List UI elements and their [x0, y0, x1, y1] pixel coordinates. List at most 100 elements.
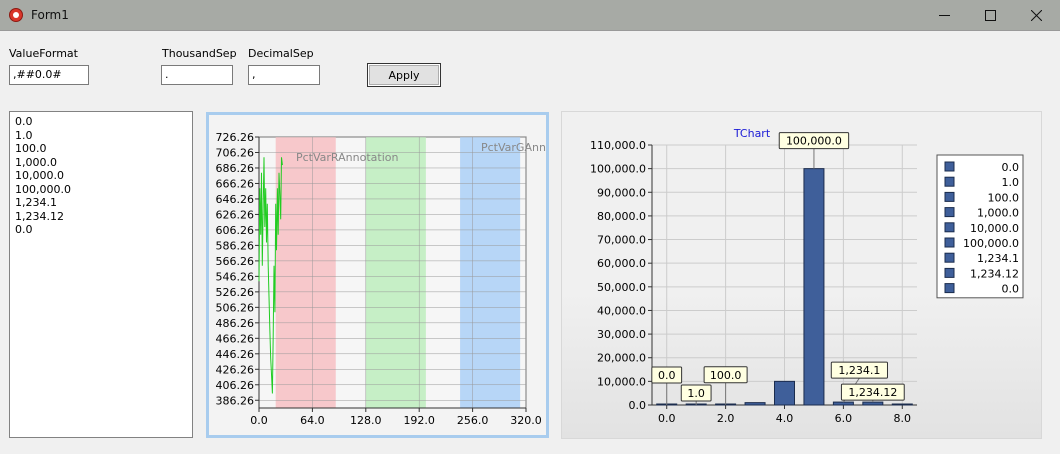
- minimize-button[interactable]: [921, 0, 967, 31]
- line-chart-panel[interactable]: 386.26 406.26 426.26 446.26 466.26 486.26 506.…: [206, 112, 558, 438]
- list-item[interactable]: 1,234.1: [15, 196, 192, 210]
- close-button[interactable]: [1013, 0, 1059, 31]
- x-tick-label: 192.0: [403, 414, 435, 427]
- y-tick-label: 466.26: [216, 332, 255, 345]
- x-tick-label: 6.0: [835, 412, 853, 425]
- chart-title: TChart: [733, 127, 771, 140]
- y-tick-label: 80,000.0: [597, 210, 646, 223]
- legend-swatch: [944, 161, 955, 172]
- y-tick-label: 10,000.0: [597, 375, 646, 388]
- maximize-button[interactable]: [967, 0, 1013, 31]
- bar: [744, 402, 766, 406]
- x-tick-label: 0.0: [658, 412, 676, 425]
- x-tick-label: 8.0: [894, 412, 912, 425]
- x-tick-label: 0.0: [250, 414, 268, 427]
- list-item[interactable]: 1,000.0: [15, 156, 192, 170]
- legend-label: 1,234.12: [970, 267, 1019, 280]
- legend-label: 0.0: [1002, 161, 1020, 174]
- annotation-g: PctVarGAnnot: [481, 141, 546, 154]
- legend-label: 1,234.1: [977, 252, 1019, 265]
- y-tick-label: 40,000.0: [597, 304, 646, 317]
- decimal-sep-label: DecimalSep: [248, 47, 314, 60]
- maximize-icon: [984, 10, 996, 21]
- list-item[interactable]: 0.0: [15, 223, 192, 237]
- bar-chart: TChart 0.0 10,000.0 20,000.0 30,000.0 40,000.…: [590, 127, 1024, 425]
- thousand-sep-input[interactable]: .: [161, 65, 233, 85]
- bar: [862, 401, 884, 406]
- y-tick-label: 606.26: [216, 224, 255, 237]
- list-item[interactable]: 100,000.0: [15, 183, 192, 197]
- legend-swatch: [944, 207, 955, 218]
- minimize-icon: [938, 15, 950, 16]
- callout-label: 0.0: [658, 369, 676, 382]
- window-title: Form1: [31, 8, 69, 22]
- y-tick-label: 406.26: [216, 379, 255, 392]
- title-bar: Form1: [0, 0, 1060, 31]
- app-icon: [9, 8, 23, 22]
- y-tick-label: 586.26: [216, 239, 255, 252]
- value-format-input[interactable]: ,##0.0#: [9, 65, 89, 85]
- bar: [803, 168, 825, 406]
- legend-swatch: [944, 283, 955, 294]
- line-chart: 386.26 406.26 426.26 446.26 466.26 486.26 506.…: [216, 131, 558, 427]
- legend-label: 100.0: [988, 191, 1020, 204]
- callout-label: 100.0: [710, 369, 742, 382]
- y-tick-label: 526.26: [216, 286, 255, 299]
- x-tick-label: 2.0: [717, 412, 735, 425]
- y-tick-label: 646.26: [216, 193, 255, 206]
- legend-swatch: [944, 237, 955, 248]
- color-band: [275, 137, 336, 408]
- y-tick-label: 486.26: [216, 317, 255, 330]
- bar: [832, 401, 854, 406]
- y-tick-label: 20,000.0: [597, 352, 646, 365]
- y-tick-label: 706.26: [216, 146, 255, 159]
- y-tick-label: 386.26: [216, 394, 255, 407]
- apply-button[interactable]: Apply: [367, 63, 441, 87]
- bar: [891, 403, 913, 406]
- thousand-sep-label: ThousandSep: [162, 47, 237, 60]
- values-listbox[interactable]: 0.0 1.0 100.0 1,000.0 10,000.0 100,000.0 1,234…: [9, 111, 193, 438]
- y-tick-label: 546.26: [216, 270, 255, 283]
- y-tick-label: 726.26: [216, 131, 255, 144]
- list-item[interactable]: 0.0: [15, 115, 192, 129]
- x-tick-label: 64.0: [300, 414, 325, 427]
- color-band: [460, 137, 521, 408]
- y-tick-label: 70,000.0: [597, 234, 646, 247]
- callout-label: 1,234.1: [838, 364, 880, 377]
- callout-label: 1.0: [687, 387, 705, 400]
- y-tick-label: 110,000.0: [590, 139, 646, 152]
- decimal-sep-input[interactable]: ,: [248, 65, 320, 85]
- callout-label: 100,000.0: [786, 135, 842, 148]
- y-tick-label: 506.26: [216, 301, 255, 314]
- y-tick-label: 426.26: [216, 363, 255, 376]
- values-list: 0.0 1.0 100.0 1,000.0 10,000.0 100,000.0 1,234…: [10, 112, 192, 237]
- x-tick-label: 320.0: [510, 414, 542, 427]
- y-tick-label: 0.0: [629, 399, 647, 412]
- bar-chart-panel[interactable]: TChart 0.0 10,000.0 20,000.0 30,000.0 40,000.…: [561, 111, 1042, 439]
- value-format-label: ValueFormat: [9, 47, 78, 60]
- bar: [774, 380, 795, 406]
- color-band: [365, 137, 426, 408]
- legend-swatch: [944, 222, 955, 233]
- y-tick-label: 30,000.0: [597, 328, 646, 341]
- list-item[interactable]: 1.0: [15, 129, 192, 143]
- x-tick-label: 4.0: [776, 412, 794, 425]
- legend-label: 1,000.0: [977, 207, 1019, 220]
- list-item[interactable]: 1,234.12: [15, 210, 192, 224]
- list-item[interactable]: 10,000.0: [15, 169, 192, 183]
- legend-label: 100,000.0: [963, 237, 1019, 250]
- y-tick-label: 60,000.0: [597, 257, 646, 270]
- legend-swatch: [944, 191, 955, 202]
- list-item[interactable]: 100.0: [15, 142, 192, 156]
- close-icon: [1030, 10, 1042, 21]
- legend-label: 1.0: [1002, 176, 1020, 189]
- y-tick-label: 686.26: [216, 162, 255, 175]
- legend-label: 0.0: [1002, 283, 1020, 296]
- y-tick-label: 666.26: [216, 177, 255, 190]
- y-tick-label: 626.26: [216, 208, 255, 221]
- legend-swatch: [944, 267, 955, 278]
- y-tick-label: 100,000.0: [590, 163, 646, 176]
- x-tick-label: 256.0: [457, 414, 489, 427]
- y-tick-label: 50,000.0: [597, 281, 646, 294]
- legend-label: 10,000.0: [970, 222, 1019, 235]
